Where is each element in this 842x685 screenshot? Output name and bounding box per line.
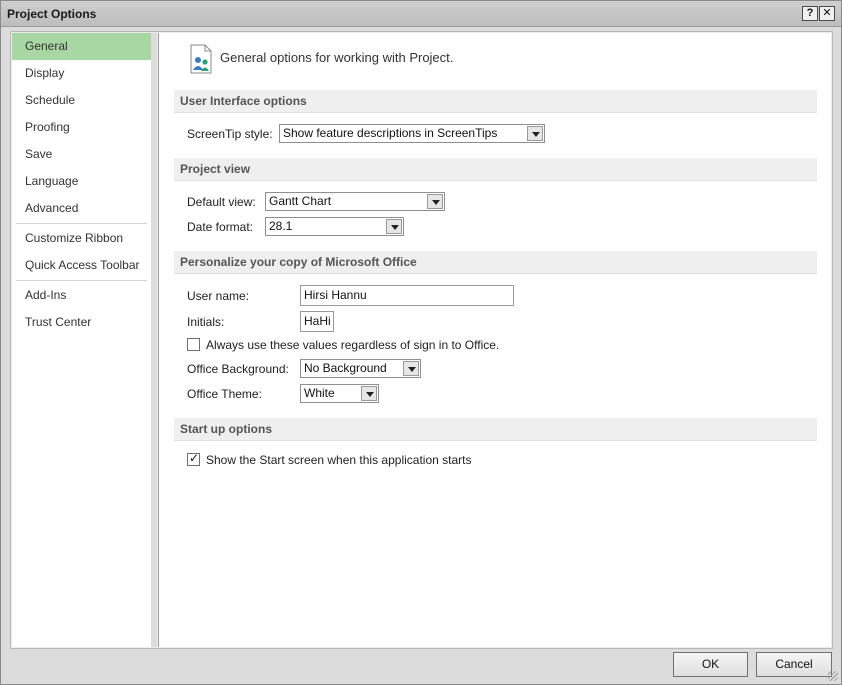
default-view-label: Default view: bbox=[187, 195, 256, 209]
sidebar-divider bbox=[16, 223, 147, 224]
office-theme-select[interactable]: White bbox=[300, 384, 379, 403]
section-startup: Start up options bbox=[174, 418, 817, 441]
chevron-down-icon[interactable] bbox=[403, 361, 419, 376]
chevron-down-icon[interactable] bbox=[427, 194, 443, 209]
close-button[interactable]: ✕ bbox=[819, 6, 835, 21]
chevron-down-icon[interactable] bbox=[527, 126, 543, 141]
screentip-style-select[interactable]: Show feature descriptions in ScreenTips bbox=[279, 124, 545, 143]
office-background-value: No Background bbox=[304, 361, 387, 375]
sidebar-item-save[interactable]: Save bbox=[12, 141, 151, 168]
cancel-button[interactable]: Cancel bbox=[756, 652, 832, 677]
section-user-interface: User Interface options bbox=[174, 90, 817, 113]
sidebar-item-proofing[interactable]: Proofing bbox=[12, 114, 151, 141]
sidebar-item-schedule[interactable]: Schedule bbox=[12, 87, 151, 114]
sidebar-item-add-ins[interactable]: Add-Ins bbox=[12, 282, 151, 309]
office-background-label: Office Background: bbox=[187, 362, 289, 376]
sidebar-nav: General Display Schedule Proofing Save L… bbox=[12, 33, 151, 647]
panel-header-text: General options for working with Project… bbox=[220, 50, 454, 65]
show-start-screen-label[interactable]: Show the Start screen when this applicat… bbox=[206, 453, 471, 467]
screentip-style-value: Show feature descriptions in ScreenTips bbox=[283, 126, 498, 140]
window-title: Project Options bbox=[7, 7, 97, 21]
default-view-select[interactable]: Gantt Chart bbox=[265, 192, 445, 211]
sidebar-item-language[interactable]: Language bbox=[12, 168, 151, 195]
initials-input[interactable]: HaHi bbox=[300, 311, 334, 332]
sidebar-item-customize-ribbon[interactable]: Customize Ribbon bbox=[12, 225, 151, 252]
ok-button[interactable]: OK bbox=[673, 652, 748, 677]
title-bar[interactable]: Project Options ? ✕ bbox=[1, 1, 841, 27]
always-use-values-checkbox[interactable] bbox=[187, 338, 200, 351]
office-theme-value: White bbox=[304, 386, 335, 400]
office-background-select[interactable]: No Background bbox=[300, 359, 421, 378]
general-options-icon bbox=[190, 44, 212, 74]
sidebar-divider bbox=[16, 280, 147, 281]
sidebar-item-display[interactable]: Display bbox=[12, 60, 151, 87]
sidebar-item-general[interactable]: General bbox=[12, 33, 151, 60]
pane-divider[interactable] bbox=[151, 33, 157, 647]
default-view-value: Gantt Chart bbox=[269, 194, 332, 208]
sidebar-item-quick-access-toolbar[interactable]: Quick Access Toolbar bbox=[12, 252, 151, 279]
chevron-down-icon[interactable] bbox=[361, 386, 377, 401]
sidebar-item-trust-center[interactable]: Trust Center bbox=[12, 309, 151, 336]
user-name-label: User name: bbox=[187, 289, 250, 303]
section-personalize: Personalize your copy of Microsoft Offic… bbox=[174, 251, 817, 274]
date-format-label: Date format: bbox=[187, 220, 254, 234]
general-options-panel: General options for working with Project… bbox=[158, 33, 831, 647]
user-name-input[interactable]: Hirsi Hannu bbox=[300, 285, 514, 306]
project-options-dialog: Project Options ? ✕ General Display Sche… bbox=[0, 0, 842, 685]
chevron-down-icon[interactable] bbox=[386, 219, 402, 234]
sidebar-item-advanced[interactable]: Advanced bbox=[12, 195, 151, 222]
date-format-value: 28.1 bbox=[269, 219, 293, 233]
show-start-screen-checkbox[interactable] bbox=[187, 451, 200, 466]
always-use-values-label[interactable]: Always use these values regardless of si… bbox=[206, 338, 499, 352]
screentip-style-label: ScreenTip style: bbox=[187, 127, 273, 141]
section-project-view: Project view bbox=[174, 158, 817, 181]
office-theme-label: Office Theme: bbox=[187, 387, 262, 401]
initials-label: Initials: bbox=[187, 315, 225, 329]
resize-grip-icon[interactable] bbox=[828, 671, 838, 681]
help-button[interactable]: ? bbox=[802, 6, 818, 21]
date-format-select[interactable]: 28.1 bbox=[265, 217, 404, 236]
